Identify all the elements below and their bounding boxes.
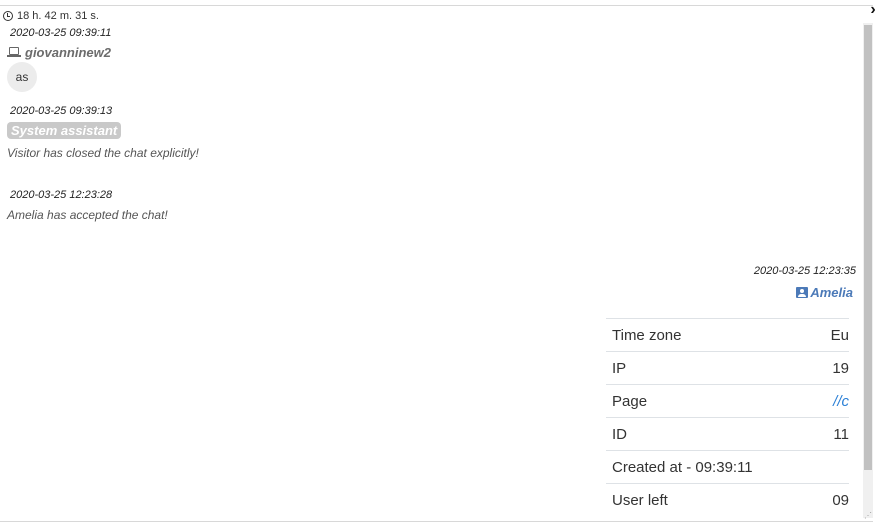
table-row: Time zone Eu — [606, 318, 849, 352]
table-row: IP 19 — [606, 351, 849, 385]
info-value — [811, 450, 849, 484]
vertical-scrollbar[interactable] — [863, 23, 873, 518]
visitor-info-table: Time zone Eu IP 19 Page //c ID 11 Create… — [606, 318, 849, 516]
system-message-text: Visitor has closed the chat explicitly! — [7, 146, 199, 160]
laptop-icon — [7, 47, 21, 58]
visitor-sender: giovanninew2 — [7, 45, 111, 60]
message-timestamp: 2020-03-25 09:39:11 — [10, 27, 112, 39]
message-timestamp: 2020-03-25 12:23:35 — [753, 265, 856, 277]
duration-text: 18 h. 42 m. 31 s. — [17, 10, 99, 22]
info-value: 11 — [811, 417, 849, 451]
chevron-right-icon[interactable]: › — [867, 2, 879, 18]
chat-duration: 18 h. 42 m. 31 s. — [3, 10, 99, 22]
operator-name: Amelia — [810, 285, 853, 300]
info-label: IP — [606, 351, 811, 385]
message-timestamp: 2020-03-25 09:39:13 — [10, 105, 113, 117]
operator-sender: Amelia — [796, 285, 853, 300]
resize-grip-icon[interactable]: ⋰ — [864, 512, 872, 520]
page-link[interactable]: //c — [811, 384, 849, 418]
visitor-name: giovanninew2 — [25, 45, 111, 60]
clock-icon — [3, 11, 13, 21]
chat-log-panel: 18 h. 42 m. 31 s. 2020-03-25 09:39:11 gi… — [0, 5, 873, 522]
message-bubble: as — [7, 62, 37, 92]
info-label: Page — [606, 384, 811, 418]
info-value: 09 — [811, 483, 849, 516]
table-row: ID 11 — [606, 417, 849, 451]
info-value: Eu — [811, 318, 849, 352]
info-label: Time zone — [606, 318, 811, 352]
table-row: Created at - 09:39:11 — [606, 450, 849, 484]
contact-card-icon — [796, 287, 809, 298]
scrollbar-thumb[interactable] — [864, 25, 872, 470]
info-value: 19 — [811, 351, 849, 385]
message-timestamp: 2020-03-25 12:23:28 — [10, 189, 113, 201]
system-message-text: Amelia has accepted the chat! — [7, 208, 168, 222]
info-label: ID — [606, 417, 811, 451]
system-assistant-badge: System assistant — [7, 122, 122, 139]
info-label: Created at - 09:39:11 — [606, 450, 811, 484]
table-row: Page //c — [606, 384, 849, 418]
table-row: User left 09 — [606, 483, 849, 516]
info-label: User left — [606, 483, 811, 516]
